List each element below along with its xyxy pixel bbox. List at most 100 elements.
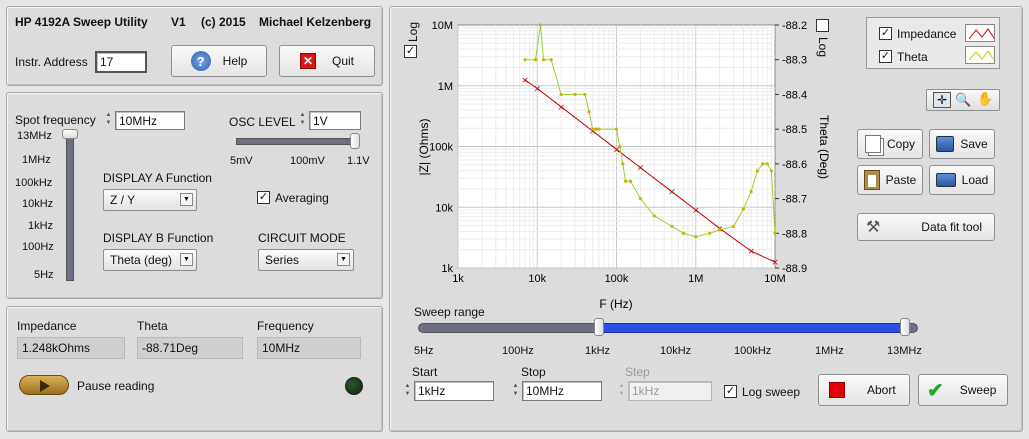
display-a-value: Z / Y [110, 193, 136, 207]
circuit-mode-select[interactable]: Series ▼ [258, 249, 354, 271]
x-tick-label: 1k [452, 273, 464, 285]
spot-tick: 1kHz [28, 220, 54, 232]
impedance-point: × [637, 164, 645, 174]
help-button[interactable]: ? Help [171, 45, 267, 77]
averaging-checkbox[interactable]: ✓ [257, 191, 270, 204]
impedance-point: × [533, 85, 541, 95]
theta-point [549, 58, 553, 62]
y-tick-label: 1k [441, 263, 453, 275]
x-tick-label: 100k [605, 273, 629, 285]
data-fit-label: Data fit tool [921, 220, 982, 234]
load-label: Load [961, 173, 989, 187]
y-tick-label: 10M [432, 20, 453, 32]
paste-button[interactable]: Paste [857, 165, 923, 195]
step-input[interactable]: 1kHz [628, 381, 712, 401]
sweep-range-stop-handle[interactable] [900, 318, 910, 336]
theta-value: -88.71Deg [137, 337, 243, 359]
copy-label: Copy [886, 137, 915, 151]
impedance-theta-chart[interactable]: 1k 10k 100k 1M 10M1k10k100k1M10M -88.2-88.3-8… [410, 12, 831, 312]
y2-tick-label: -88.4 [782, 89, 807, 101]
y2-tick-label: -88.9 [782, 263, 807, 275]
theta-point [523, 58, 527, 62]
theta-point [749, 190, 753, 194]
theta-point [559, 92, 563, 97]
x-tick-label: 1M [688, 273, 703, 285]
legend-impedance-checkbox[interactable]: ✓ [879, 27, 892, 40]
osc-tick: 5mV [230, 155, 253, 167]
save-icon [936, 136, 955, 152]
spot-tick: 1MHz [22, 154, 51, 166]
instr-address-label: Instr. Address [15, 55, 88, 69]
sweep-range-label: Sweep range [414, 305, 485, 319]
start-input[interactable]: 1kHz [414, 381, 494, 401]
y-tick-label: 100k [429, 142, 453, 154]
legend: ✓ Impedance ✓ Theta [866, 17, 1000, 69]
cursor-tool-icon[interactable]: ✛ [933, 92, 951, 108]
display-a-label: DISPLAY A Function [103, 171, 212, 185]
load-icon [935, 173, 956, 187]
close-icon: ✕ [299, 53, 316, 69]
theta-point [594, 127, 598, 131]
spot-frequency-spinner[interactable]: ▲ ▼ [103, 111, 114, 127]
theta-point [541, 58, 546, 62]
plot-panel: ✓ Log Log 1k 10k 100k 1M 10M 1k 10k 100k 1M 10M -8… [389, 6, 1023, 432]
abort-label: Abort [867, 383, 896, 397]
stop-spinner[interactable]: ▲ ▼ [510, 382, 521, 398]
save-label: Save [960, 137, 988, 151]
y2-tick-label: -88.8 [782, 228, 807, 240]
stop-input[interactable]: 10MHz [522, 381, 602, 401]
osc-level-slider-track[interactable] [236, 138, 358, 145]
theta-point [731, 224, 736, 228]
theta-point [621, 162, 625, 166]
zoom-icon[interactable]: 🔍 [955, 92, 971, 108]
stop-icon [829, 382, 845, 398]
theta-point [638, 196, 642, 201]
y2-tick-label: -88.3 [782, 55, 807, 67]
save-button[interactable]: Save [929, 129, 995, 159]
display-b-value: Theta (deg) [110, 253, 173, 267]
impedance-value: 1.248kOhms [17, 337, 125, 359]
spot-frequency-input[interactable]: 10MHz [115, 111, 185, 130]
start-spinner[interactable]: ▲ ▼ [402, 382, 413, 398]
display-a-select[interactable]: Z / Y ▼ [103, 189, 197, 211]
theta-point [573, 92, 577, 97]
y2-tick-label: -88.7 [782, 194, 807, 206]
step-spinner[interactable]: ▲ ▼ [616, 382, 627, 398]
abort-button[interactable]: Abort [818, 374, 910, 406]
theta-point [623, 179, 628, 183]
osc-level-spinner[interactable]: ▲ ▼ [297, 111, 308, 127]
spot-frequency-slider-track[interactable] [66, 137, 74, 281]
theta-point [583, 92, 587, 97]
load-button[interactable]: Load [929, 165, 995, 195]
theta-point [681, 231, 686, 235]
osc-level-input[interactable]: 1V [309, 111, 361, 130]
sweep-label: Sweep [959, 383, 997, 397]
spot-tick: 5Hz [34, 269, 54, 281]
display-b-label: DISPLAY B Function [103, 231, 214, 245]
y-tick-label: 10k [435, 202, 453, 214]
chevron-down-icon: ▼ [337, 253, 350, 266]
pan-hand-icon[interactable]: ✋ [977, 91, 993, 107]
log-sweep-checkbox[interactable]: ✓ [724, 385, 737, 398]
chevron-down-icon: ▼ [180, 253, 193, 266]
osc-level-slider-handle[interactable] [350, 133, 360, 149]
averaging-label: Averaging [275, 191, 329, 205]
quit-button[interactable]: ✕ Quit [279, 45, 375, 77]
copy-button[interactable]: Copy [857, 129, 923, 159]
spot-tick: 10kHz [22, 198, 54, 210]
spot-frequency-label: Spot frequency [15, 113, 96, 127]
spot-frequency-slider-handle[interactable] [62, 129, 78, 139]
log-sweep-label: Log sweep [742, 385, 801, 399]
display-b-select[interactable]: Theta (deg) ▼ [103, 249, 197, 271]
y-tick-label: 1M [438, 81, 453, 93]
sweep-range-start-handle[interactable] [594, 318, 604, 336]
theta-point [597, 127, 601, 131]
data-fit-tool-button[interactable]: ⚒ Data fit tool [857, 213, 995, 241]
theta-point [614, 127, 619, 131]
legend-theta-checkbox[interactable]: ✓ [879, 50, 892, 63]
pause-reading-button[interactable] [19, 375, 69, 395]
instr-address-input[interactable]: 17 [95, 51, 147, 73]
sweep-button[interactable]: ✔ Sweep [918, 374, 1008, 406]
app-copyright: (c) 2015 [201, 15, 246, 29]
legend-theta-swatch [965, 46, 995, 64]
